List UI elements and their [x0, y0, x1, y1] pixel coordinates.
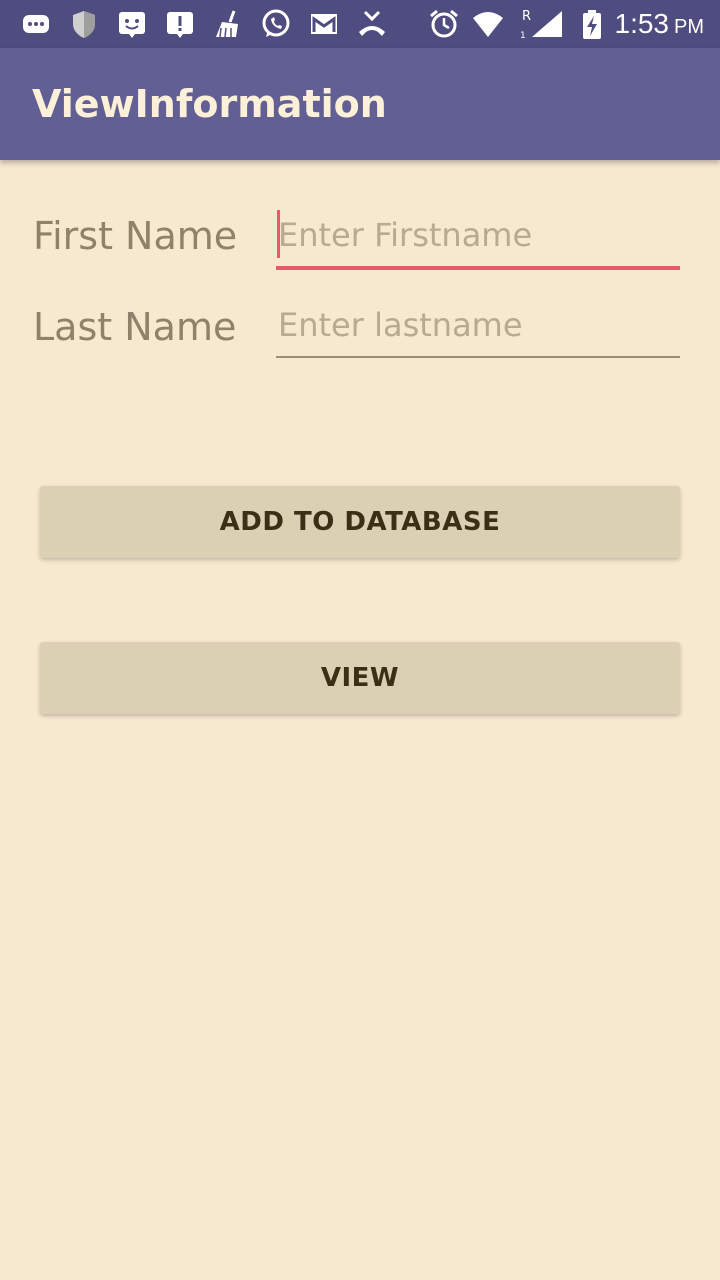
status-clock: 1:53 PM — [615, 8, 705, 40]
gmail-icon — [308, 8, 340, 40]
first-name-label: First Name — [33, 214, 238, 258]
alarm-icon — [428, 8, 460, 40]
signal-icon: R1 — [520, 8, 566, 40]
text-cursor — [277, 210, 280, 258]
sim-label: 1 — [520, 31, 526, 40]
wifi-icon — [472, 8, 504, 40]
whatsapp-icon — [260, 8, 292, 40]
last-name-field[interactable] — [276, 298, 680, 358]
app-bar: ViewInformation — [0, 48, 720, 160]
status-time: 1:53 — [614, 8, 670, 39]
status-bar: R1 1:53 PM — [0, 0, 720, 48]
alert-icon — [164, 8, 196, 40]
last-name-input[interactable] — [276, 298, 680, 358]
last-name-underline — [276, 356, 680, 358]
first-name-underline — [276, 266, 680, 270]
first-name-field[interactable] — [276, 208, 680, 270]
face-badge-icon — [116, 8, 148, 40]
status-ampm: PM — [674, 15, 704, 38]
network-label: R — [522, 9, 531, 24]
battery-charging-icon — [576, 8, 608, 40]
shield-icon — [68, 8, 100, 40]
chat-bubble-icon — [20, 8, 52, 40]
last-name-label: Last Name — [33, 305, 237, 349]
missed-call-icon — [356, 8, 388, 40]
first-name-input[interactable] — [276, 208, 680, 268]
add-to-database-button[interactable]: ADD TO DATABASE — [40, 486, 680, 558]
view-button[interactable]: VIEW — [40, 642, 680, 714]
app-title: ViewInformation — [32, 82, 387, 126]
broom-icon — [212, 8, 244, 40]
